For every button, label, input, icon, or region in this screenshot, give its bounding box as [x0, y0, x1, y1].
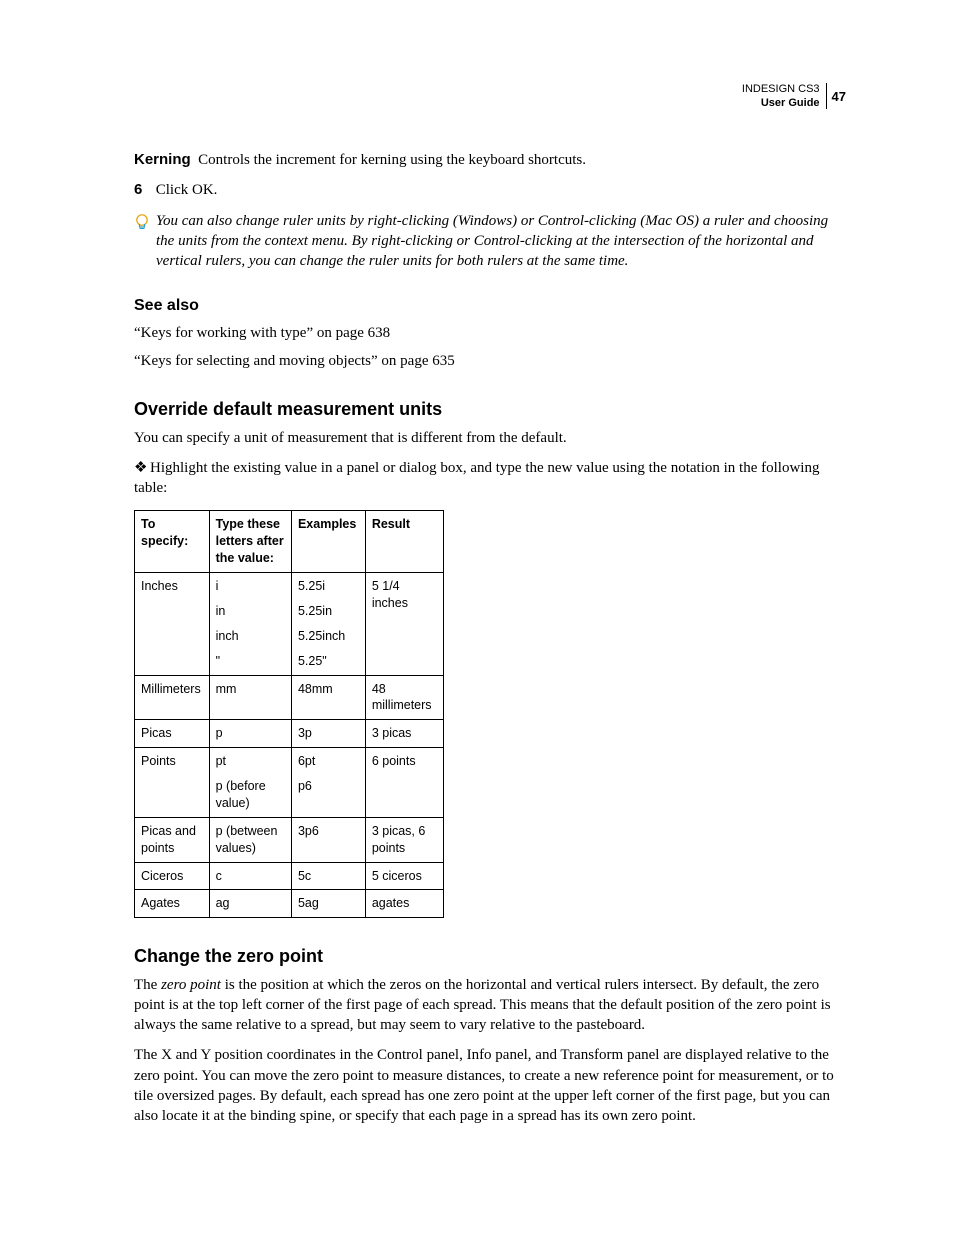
table-row: Picas and pointsp (between values) 3p6 3 p…: [135, 817, 444, 862]
cell-letters: p (between values): [209, 817, 291, 862]
cell-value: 5.25": [298, 653, 359, 670]
diamond-bullet-icon: ❖: [134, 458, 150, 478]
product-name: INDESIGN CS3: [742, 83, 820, 95]
zero-point-term: zero point: [161, 977, 221, 993]
override-bullet-text: Highlight the existing value in a panel …: [134, 460, 819, 496]
zero-point-heading: Change the zero point: [134, 944, 846, 968]
cell-specify: Picas: [135, 720, 210, 748]
cell-letters: c: [209, 862, 291, 890]
th-specify: To specify:: [135, 511, 210, 573]
cell-result: agates: [365, 890, 443, 918]
cell-value: 6pt: [298, 753, 359, 770]
step-text: Click OK.: [156, 182, 218, 198]
cell-letters: i in inch ": [209, 573, 291, 676]
cell-letters: p: [209, 720, 291, 748]
cell-examples: 5c: [291, 862, 365, 890]
cell-value: 3p: [298, 725, 359, 742]
page-number: 47: [826, 83, 846, 109]
zero-p1-a: The: [134, 977, 161, 993]
cell-value: ": [216, 653, 285, 670]
cell-specify: Millimeters: [135, 675, 210, 720]
cell-result: 5 1/4 inches: [365, 573, 443, 676]
cell-specify: Points: [135, 748, 210, 818]
tip-text: You can also change ruler units by right…: [156, 211, 846, 272]
cell-result: 3 picas: [365, 720, 443, 748]
table-row: Millimeters mm 48mm 48 millimeters: [135, 675, 444, 720]
cell-value: 5ag: [298, 895, 359, 912]
cell-value: 5c: [298, 868, 359, 885]
kerning-definition: Kerning Controls the increment for kerni…: [134, 150, 846, 170]
step-6: 6 Click OK.: [134, 180, 846, 200]
lightbulb-icon: [134, 213, 156, 239]
cell-examples: 48mm: [291, 675, 365, 720]
cell-value: 48mm: [298, 681, 359, 698]
cell-result: 5 ciceros: [365, 862, 443, 890]
cell-value: ag: [216, 895, 285, 912]
cell-specify: Ciceros: [135, 862, 210, 890]
cell-letters: ag: [209, 890, 291, 918]
cell-letters: pt p (before value): [209, 748, 291, 818]
cell-examples: 6ptp6: [291, 748, 365, 818]
cell-value: inch: [216, 628, 285, 645]
override-intro: You can specify a unit of measurement th…: [134, 428, 846, 448]
cell-result: 3 picas, 6 points: [365, 817, 443, 862]
table-row: Pointsptp (before value)6ptp66 points: [135, 748, 444, 818]
kerning-label: Kerning: [134, 151, 191, 168]
cell-value: c: [216, 868, 285, 885]
cell-value: p (between values): [216, 823, 285, 857]
cell-specify: Inches: [135, 573, 210, 676]
step-number: 6: [134, 180, 152, 200]
zero-point-p1: The zero point is the position at which …: [134, 975, 846, 1036]
see-also-heading: See also: [134, 295, 846, 317]
zero-p1-b: is the position at which the zeros on th…: [134, 977, 831, 1034]
cell-examples: 5ag: [291, 890, 365, 918]
cell-letters: mm: [209, 675, 291, 720]
table-row: Picasp 3p 3 picas: [135, 720, 444, 748]
content-body: Kerning Controls the increment for kerni…: [134, 150, 846, 1126]
table-row: Agates ag 5ag agates: [135, 890, 444, 918]
cell-value: 5.25i: [298, 578, 359, 595]
cell-value: p6: [298, 778, 359, 795]
th-examples: Examples: [291, 511, 365, 573]
cell-value: 5.25inch: [298, 628, 359, 645]
cell-result: 48 millimeters: [365, 675, 443, 720]
table-row: Ciceros c 5c 5 ciceros: [135, 862, 444, 890]
override-bullet: ❖Highlight the existing value in a panel…: [134, 458, 846, 499]
cell-specify: Picas and points: [135, 817, 210, 862]
see-also-link-2: “Keys for selecting and moving objects” …: [134, 351, 846, 371]
table-row: Inchesi in inch " 5.25i 5.25in 5.25inch 5.25" 5 …: [135, 573, 444, 676]
table-header-row: To specify: Type these letters after the…: [135, 511, 444, 573]
page: INDESIGN CS3 User Guide 47 Kerning Contr…: [0, 0, 954, 1235]
th-result: Result: [365, 511, 443, 573]
tip-block: You can also change ruler units by right…: [134, 211, 846, 272]
cell-value: p: [216, 725, 285, 742]
cell-value: i: [216, 578, 285, 595]
cell-value: in: [216, 603, 285, 620]
cell-value: mm: [216, 681, 285, 698]
cell-value: p (before value): [216, 778, 285, 812]
cell-examples: 3p6: [291, 817, 365, 862]
cell-value: pt: [216, 753, 285, 770]
cell-specify: Agates: [135, 890, 210, 918]
see-also-link-1: “Keys for working with type” on page 638: [134, 323, 846, 343]
override-heading: Override default measurement units: [134, 397, 846, 421]
cell-value: 5.25in: [298, 603, 359, 620]
zero-point-p2: The X and Y position coordinates in the …: [134, 1045, 846, 1126]
cell-examples: 5.25i 5.25in 5.25inch 5.25": [291, 573, 365, 676]
cell-examples: 3p: [291, 720, 365, 748]
cell-value: 3p6: [298, 823, 359, 840]
page-header: INDESIGN CS3 User Guide 47: [742, 82, 846, 111]
cell-result: 6 points: [365, 748, 443, 818]
kerning-text: Controls the increment for kerning using…: [198, 152, 586, 168]
units-table: To specify: Type these letters after the…: [134, 510, 444, 918]
th-letters: Type these letters after the value:: [209, 511, 291, 573]
guide-label: User Guide: [761, 97, 820, 109]
